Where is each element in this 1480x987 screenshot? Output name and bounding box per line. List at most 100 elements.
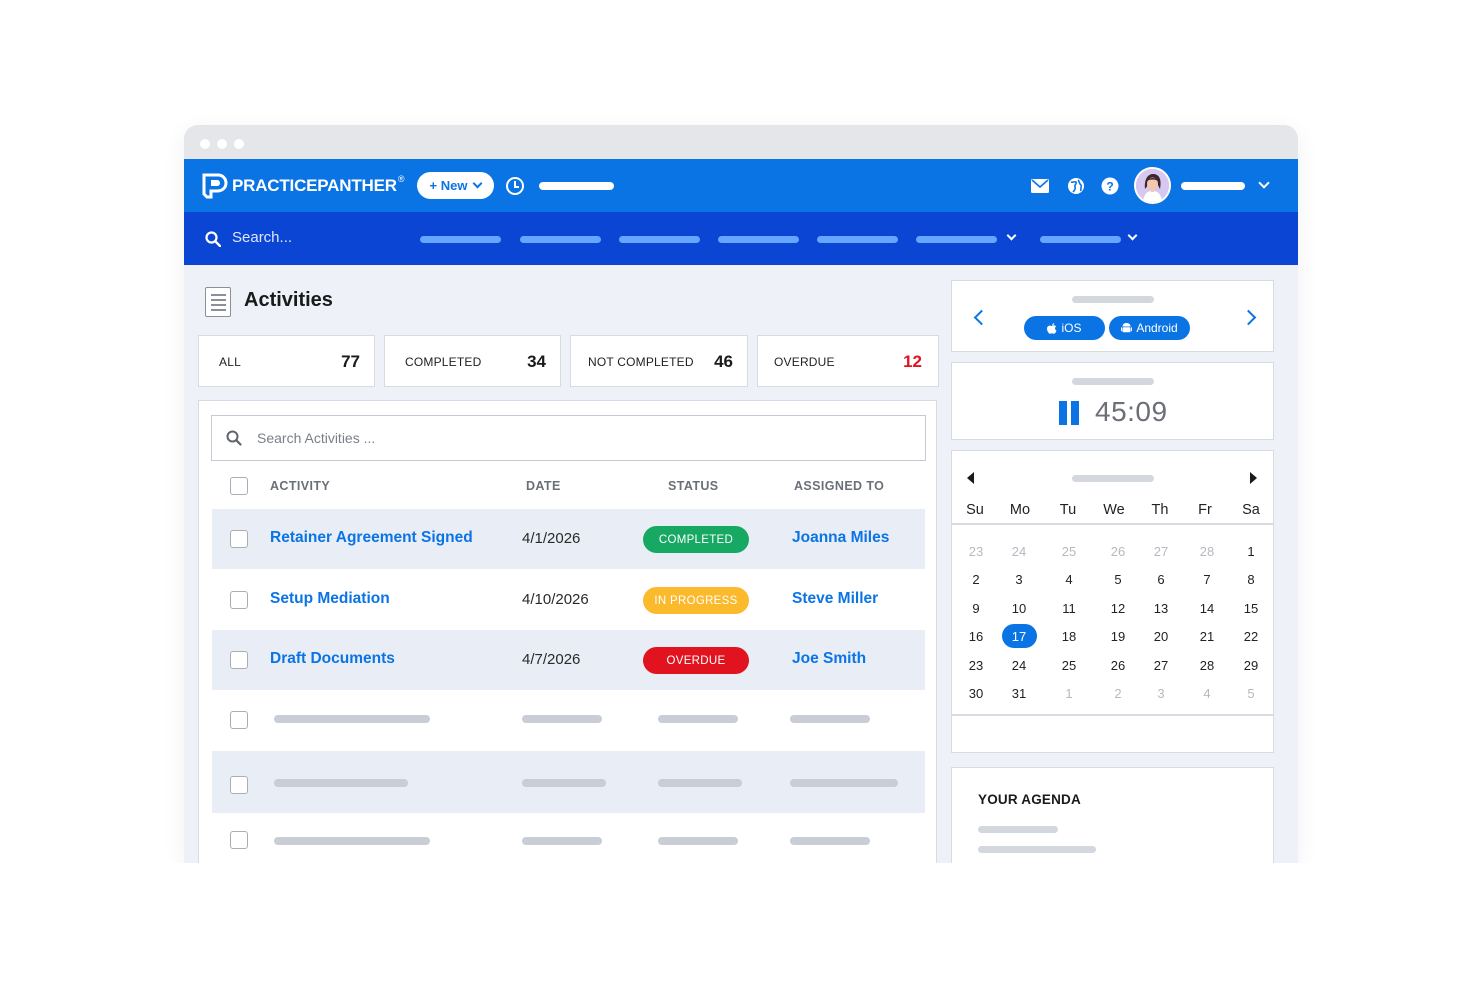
calendar-day[interactable]: 3 — [1143, 686, 1179, 701]
calendar-day[interactable]: 18 — [1051, 629, 1087, 644]
assignee-link[interactable]: Steve Miller — [792, 590, 878, 608]
nav-item-2[interactable] — [520, 236, 601, 243]
calendar-day[interactable]: 13 — [1143, 601, 1179, 616]
table-row[interactable]: Retainer Agreement Signed 4/1/2026 COMPL… — [212, 509, 925, 569]
calendar-day[interactable]: 4 — [1051, 572, 1087, 587]
calendar-day[interactable]: 28 — [1189, 544, 1225, 559]
calendar-day[interactable]: 21 — [1189, 629, 1225, 644]
row-checkbox[interactable] — [230, 776, 248, 794]
calendar-prev-icon[interactable] — [967, 472, 974, 484]
select-all-checkbox[interactable] — [230, 477, 248, 495]
calendar-day[interactable]: 16 — [958, 629, 994, 644]
calendar-day[interactable]: 27 — [1143, 544, 1179, 559]
activity-link[interactable]: Setup Mediation — [270, 590, 390, 608]
calendar-next-icon[interactable] — [1250, 472, 1257, 484]
column-header-assigned-to[interactable]: ASSIGNED TO — [794, 479, 884, 493]
top-bar-placeholder — [539, 182, 614, 190]
user-avatar[interactable] — [1134, 167, 1171, 204]
nav-item-6[interactable] — [916, 236, 997, 243]
placeholder-row — [212, 751, 925, 813]
calendar-day[interactable]: 9 — [958, 601, 994, 616]
table-row[interactable]: Draft Documents 4/7/2026 OVERDUE Joe Smi… — [212, 630, 925, 690]
calendar-day[interactable]: 12 — [1100, 601, 1136, 616]
help-icon[interactable]: ? — [1100, 176, 1120, 196]
calendar-day[interactable]: 31 — [1001, 686, 1037, 701]
placeholder-row — [212, 690, 925, 750]
calendar-day[interactable]: 26 — [1100, 544, 1136, 559]
nav-item-1[interactable] — [420, 236, 501, 243]
window-dot-3[interactable] — [234, 139, 244, 149]
row-checkbox[interactable] — [230, 530, 248, 548]
skeleton-bar — [522, 837, 602, 845]
calendar-day[interactable]: 27 — [1143, 658, 1179, 673]
stat-label: ALL — [219, 355, 241, 369]
window-dot-2[interactable] — [217, 139, 227, 149]
assignee-link[interactable]: Joe Smith — [792, 650, 866, 668]
row-checkbox[interactable] — [230, 591, 248, 609]
calendar-day[interactable]: 2 — [958, 572, 994, 587]
user-menu-chevron-icon[interactable] — [1258, 177, 1270, 189]
stat-card-not-completed[interactable]: NOT COMPLETED 46 — [570, 335, 748, 387]
calendar-day[interactable]: 3 — [1001, 572, 1037, 587]
row-checkbox[interactable] — [230, 831, 248, 849]
ios-app-button[interactable]: iOS — [1024, 316, 1105, 340]
calendar-day[interactable]: 23 — [958, 544, 994, 559]
global-search-input[interactable]: Search... — [232, 229, 292, 246]
calendar-day[interactable]: 28 — [1189, 658, 1225, 673]
activity-link[interactable]: Retainer Agreement Signed — [270, 529, 473, 547]
calendar-day[interactable]: 20 — [1143, 629, 1179, 644]
calendar-day[interactable]: 15 — [1233, 601, 1269, 616]
calendar-day[interactable]: 5 — [1100, 572, 1136, 587]
column-header-status[interactable]: STATUS — [668, 479, 719, 493]
skeleton-bar — [978, 826, 1058, 833]
stat-card-all[interactable]: ALL 77 — [198, 335, 375, 387]
stat-card-completed[interactable]: COMPLETED 34 — [384, 335, 561, 387]
calendar-day[interactable]: 17 — [1001, 629, 1037, 644]
mail-icon[interactable] — [1030, 176, 1050, 196]
row-checkbox[interactable] — [230, 711, 248, 729]
calendar-day[interactable]: 19 — [1100, 629, 1136, 644]
nav-item-7-chevron-icon[interactable] — [1127, 230, 1138, 241]
activity-link[interactable]: Draft Documents — [270, 650, 395, 668]
calendar-day[interactable]: 23 — [958, 658, 994, 673]
calendar-day[interactable]: 14 — [1189, 601, 1225, 616]
page-title: Activities — [244, 289, 333, 311]
nav-item-5[interactable] — [817, 236, 898, 243]
stat-card-overdue[interactable]: OVERDUE 12 — [757, 335, 939, 387]
calendar-day[interactable]: 25 — [1051, 658, 1087, 673]
activities-search-input[interactable]: Search Activities ... — [211, 415, 926, 461]
nav-item-7[interactable] — [1040, 236, 1121, 243]
calendar-day[interactable]: 5 — [1233, 686, 1269, 701]
assignee-link[interactable]: Joanna Miles — [792, 529, 889, 547]
nav-item-4[interactable] — [718, 236, 799, 243]
calendar-day[interactable]: 1 — [1233, 544, 1269, 559]
table-row[interactable]: Setup Mediation 4/10/2026 IN PROGRESS St… — [212, 570, 925, 630]
app-logo[interactable]: PRACTICEPANTHER ® — [200, 171, 404, 201]
calendar-day[interactable]: 10 — [1001, 601, 1037, 616]
calendar-day[interactable]: 2 — [1100, 686, 1136, 701]
calendar-day[interactable]: 22 — [1233, 629, 1269, 644]
window-dot-1[interactable] — [200, 139, 210, 149]
new-button[interactable]: + New — [417, 172, 494, 199]
calendar-day[interactable]: 8 — [1233, 572, 1269, 587]
calendar-day[interactable]: 24 — [1001, 544, 1037, 559]
calendar-day[interactable]: 26 — [1100, 658, 1136, 673]
nav-item-6-chevron-icon[interactable] — [1006, 230, 1017, 241]
calendar-day[interactable]: 29 — [1233, 658, 1269, 673]
pause-icon[interactable] — [1059, 401, 1083, 425]
nav-item-3[interactable] — [619, 236, 700, 243]
row-checkbox[interactable] — [230, 651, 248, 669]
calendar-day[interactable]: 4 — [1189, 686, 1225, 701]
calendar-day[interactable]: 30 — [958, 686, 994, 701]
calendar-day[interactable]: 11 — [1051, 601, 1087, 616]
column-header-activity[interactable]: ACTIVITY — [270, 479, 330, 493]
calendar-day[interactable]: 6 — [1143, 572, 1179, 587]
column-header-date[interactable]: DATE — [526, 479, 561, 493]
android-app-button[interactable]: Android — [1109, 316, 1190, 340]
calendar-day[interactable]: 24 — [1001, 658, 1037, 673]
timer-clock-icon[interactable] — [506, 177, 524, 195]
calendar-day[interactable]: 1 — [1051, 686, 1087, 701]
calendar-day[interactable]: 25 — [1051, 544, 1087, 559]
calendar-day[interactable]: 7 — [1189, 572, 1225, 587]
globe-icon[interactable] — [1066, 176, 1086, 196]
